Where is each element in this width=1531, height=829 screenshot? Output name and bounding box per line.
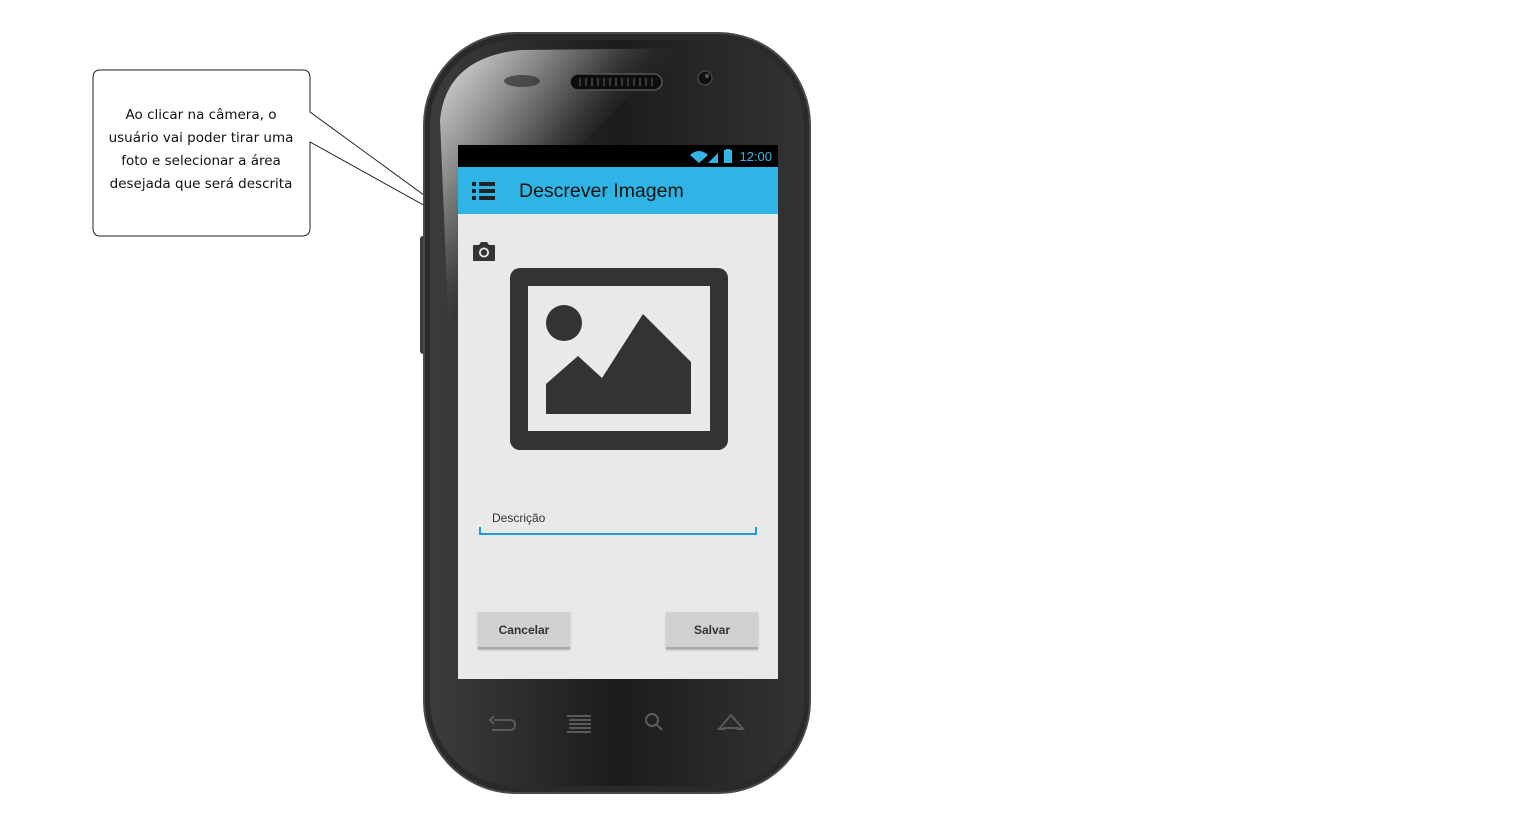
description-underline-tick (755, 527, 757, 534)
front-camera (697, 70, 713, 86)
app-title: Descrever Imagem (519, 180, 684, 202)
cancel-button[interactable]: Cancelar (478, 612, 570, 649)
list-menu-icon[interactable] (472, 181, 496, 201)
status-time: 12:00 (739, 149, 772, 164)
status-icons (690, 149, 732, 163)
status-bar: 12:00 (458, 145, 778, 167)
save-button[interactable]: Salvar (666, 612, 758, 649)
app-bar: Descrever Imagem (458, 167, 778, 214)
description-underline-tick (479, 527, 481, 534)
camera-icon[interactable] (472, 240, 496, 262)
phone-screen: 12:00 Descrever Imagem Cancelar Salvar (458, 145, 778, 679)
signal-icon (708, 153, 718, 163)
description-input[interactable] (479, 503, 757, 533)
battery-icon (724, 150, 732, 163)
description-underline (479, 533, 757, 535)
image-placeholder-icon (510, 268, 728, 450)
wifi-icon (690, 151, 708, 163)
